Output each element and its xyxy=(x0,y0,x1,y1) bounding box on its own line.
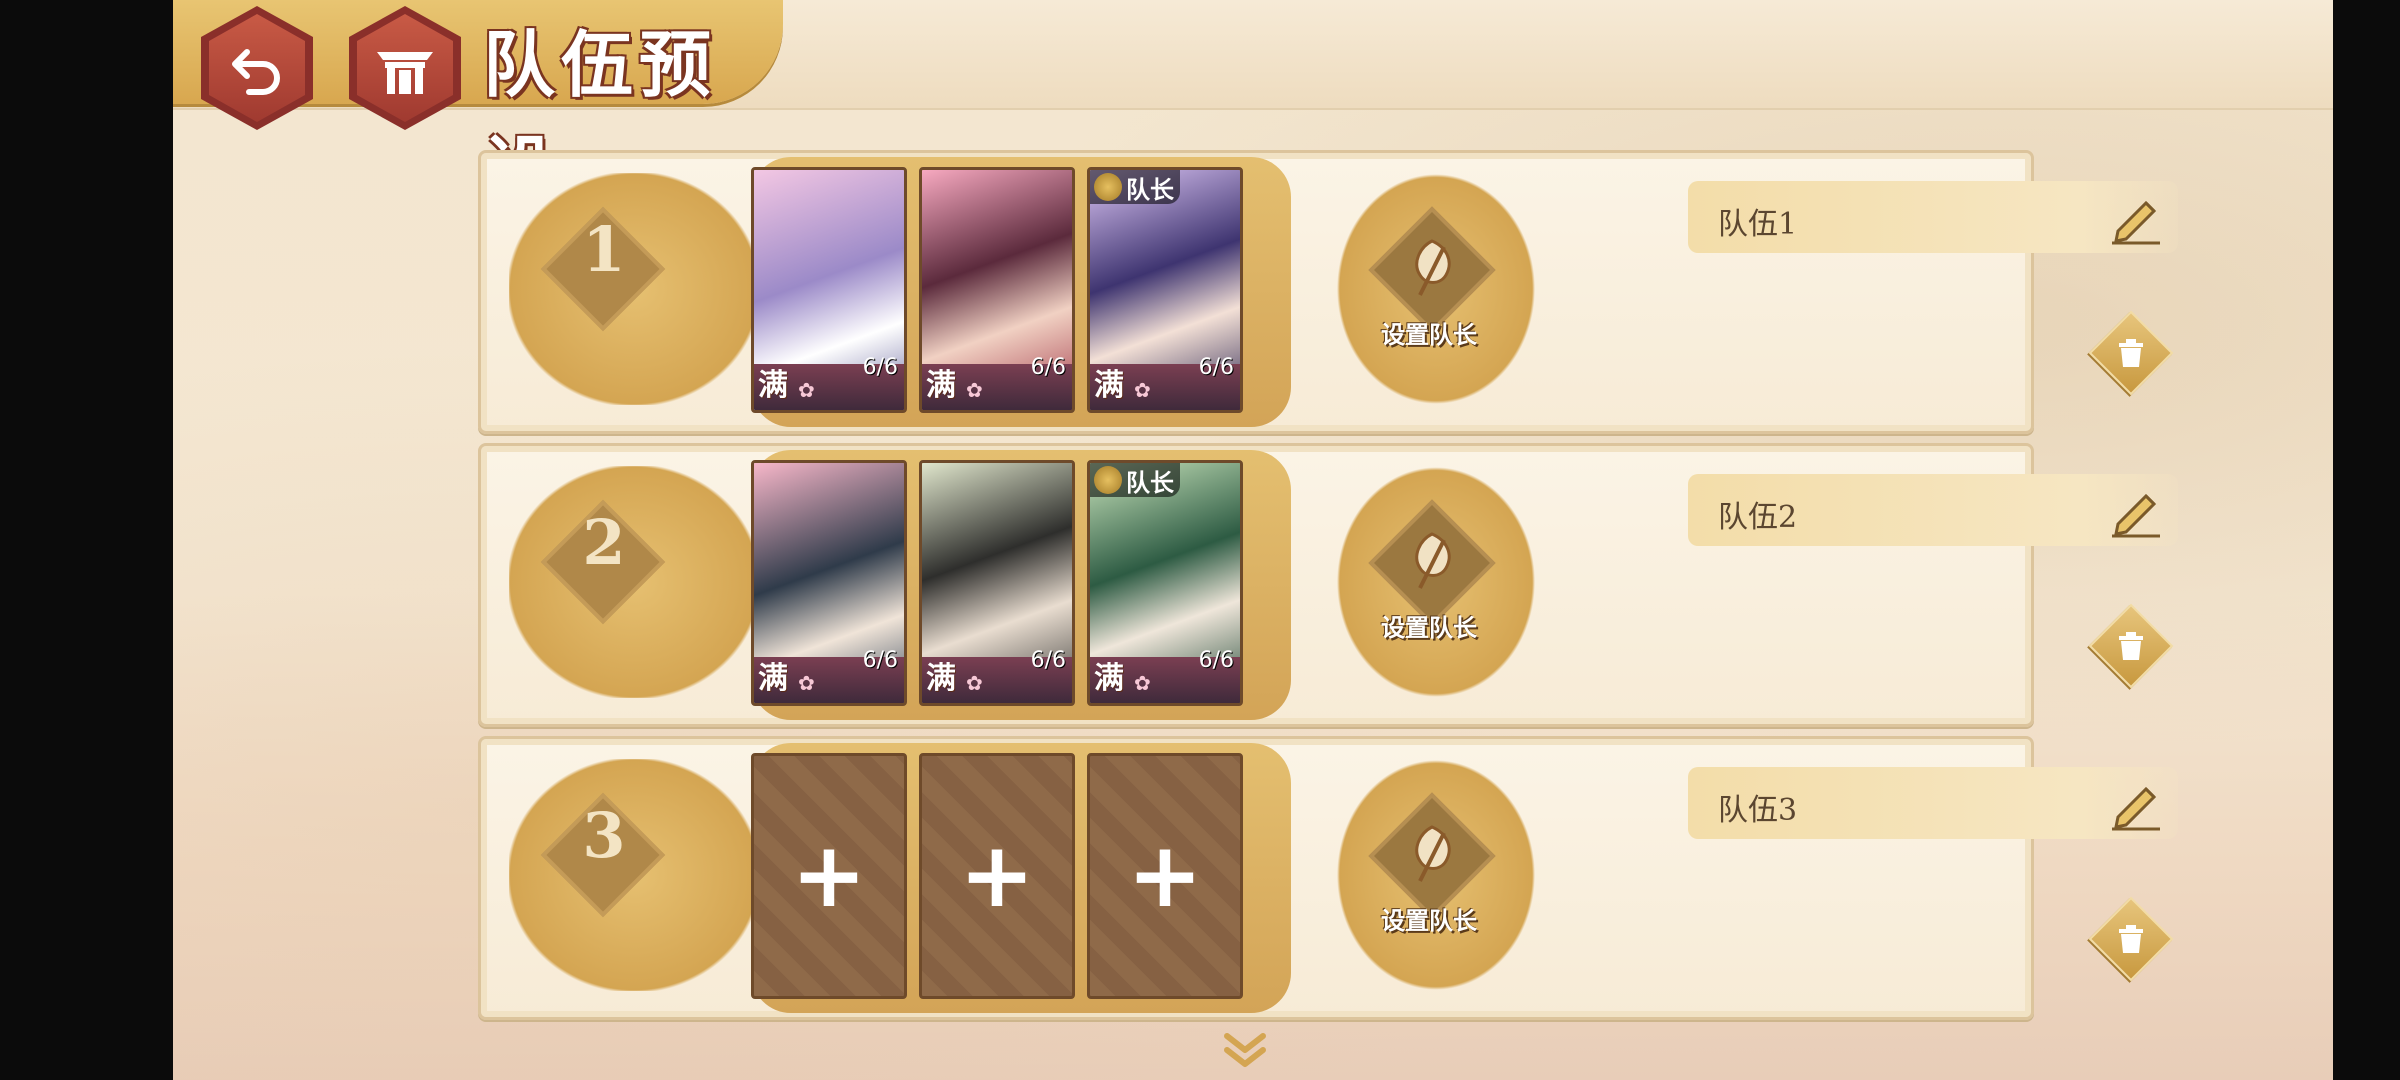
edit-name-button[interactable] xyxy=(2108,775,2164,835)
team-row-1: 1 6/6 满 ✿ 6/6 满 ✿ 队长 6/6 满 ✿ 设置队长 队伍1 xyxy=(478,150,2178,434)
add-member-icon: + xyxy=(791,823,867,928)
sakura-icon: ✿ xyxy=(1134,378,1151,402)
member-slots: + + + xyxy=(751,743,1291,1013)
add-member-icon: + xyxy=(959,823,1035,928)
set-leader-button[interactable]: 设置队长 xyxy=(1336,173,1536,405)
team-name-field[interactable]: 队伍2 xyxy=(1688,474,2178,546)
empty-member-slot[interactable]: + xyxy=(919,753,1075,999)
set-leader-button[interactable]: 设置队长 xyxy=(1336,759,1536,991)
level-text: 6/6 xyxy=(1198,648,1234,673)
level-text: 6/6 xyxy=(1198,355,1234,380)
set-leader-label: 设置队长 xyxy=(1381,321,1477,349)
scroll-down-icon[interactable] xyxy=(1221,1030,1269,1074)
leader-crest-icon xyxy=(1415,532,1451,589)
level-text: 6/6 xyxy=(1030,355,1066,380)
leader-label: 队长 xyxy=(1126,468,1174,497)
team-number-badge: 1 xyxy=(509,173,759,405)
set-leader-label: 设置队长 xyxy=(1381,614,1477,642)
team-number: 1 xyxy=(582,213,626,286)
team-name-field[interactable]: 队伍1 xyxy=(1688,181,2178,253)
set-leader-label: 设置队长 xyxy=(1381,907,1477,935)
leader-crest-icon xyxy=(1415,239,1451,296)
member-slot[interactable]: 队长 6/6 满 ✿ xyxy=(1087,460,1243,706)
sakura-icon: ✿ xyxy=(966,378,983,402)
max-tag: 满 xyxy=(926,368,956,403)
member-slot[interactable]: 6/6 满 ✿ xyxy=(919,167,1075,413)
game-screen: 队伍预设 1 6/6 满 ✿ 6/6 满 ✿ xyxy=(173,0,2333,1080)
max-tag: 满 xyxy=(1094,368,1124,403)
level-text: 6/6 xyxy=(1030,648,1066,673)
home-button[interactable] xyxy=(349,6,461,130)
edit-name-button[interactable] xyxy=(2108,482,2164,542)
trash-icon xyxy=(2119,339,2143,367)
leader-badge: 队长 xyxy=(1090,170,1180,204)
level-text: 6/6 xyxy=(862,355,898,380)
team-number-badge: 2 xyxy=(509,466,759,698)
back-button[interactable] xyxy=(201,6,313,130)
medal-icon xyxy=(1094,173,1122,201)
add-member-icon: + xyxy=(1127,823,1203,928)
trash-icon xyxy=(2119,632,2143,660)
delete-team-button[interactable] xyxy=(2088,310,2174,396)
team-row-3: 3 + + + 设置队长 队伍3 xyxy=(478,736,2178,1020)
sakura-icon: ✿ xyxy=(1134,671,1151,695)
leader-badge: 队长 xyxy=(1090,463,1180,497)
team-number-badge: 3 xyxy=(509,759,759,991)
team-number: 3 xyxy=(582,799,626,872)
empty-member-slot[interactable]: + xyxy=(751,753,907,999)
trash-icon xyxy=(2119,925,2143,953)
back-arrow-icon xyxy=(232,49,280,95)
delete-team-button[interactable] xyxy=(2088,603,2174,689)
edit-name-button[interactable] xyxy=(2108,189,2164,249)
team-name: 队伍2 xyxy=(1718,500,1798,535)
team-number: 2 xyxy=(582,506,626,579)
team-name: 队伍1 xyxy=(1718,207,1798,242)
team-name-field[interactable]: 队伍3 xyxy=(1688,767,2178,839)
member-slot[interactable]: 6/6 满 ✿ xyxy=(919,460,1075,706)
medal-icon xyxy=(1094,466,1122,494)
empty-member-slot[interactable]: + xyxy=(1087,753,1243,999)
home-shrine-icon xyxy=(377,52,433,94)
max-tag: 满 xyxy=(926,661,956,696)
sakura-icon: ✿ xyxy=(798,378,815,402)
team-name: 队伍3 xyxy=(1718,793,1798,828)
max-tag: 满 xyxy=(758,661,788,696)
team-row-2: 2 6/6 满 ✿ 6/6 满 ✿ 队长 6/6 满 ✿ 设置队长 队伍2 xyxy=(478,443,2178,727)
delete-team-button[interactable] xyxy=(2088,896,2174,982)
member-slots: 6/6 满 ✿ 6/6 满 ✿ 队长 6/6 满 ✿ xyxy=(751,450,1291,720)
member-slots: 6/6 满 ✿ 6/6 满 ✿ 队长 6/6 满 ✿ xyxy=(751,157,1291,427)
title-banner: 队伍预设 xyxy=(173,0,783,212)
set-leader-button[interactable]: 设置队长 xyxy=(1336,466,1536,698)
member-slot[interactable]: 6/6 满 ✿ xyxy=(751,460,907,706)
max-tag: 满 xyxy=(758,368,788,403)
level-text: 6/6 xyxy=(862,648,898,673)
pencil-icon xyxy=(2112,786,2160,831)
member-slot[interactable]: 队长 6/6 满 ✿ xyxy=(1087,167,1243,413)
leader-label: 队长 xyxy=(1126,175,1174,204)
pencil-icon xyxy=(2112,200,2160,245)
member-slot[interactable]: 6/6 满 ✿ xyxy=(751,167,907,413)
sakura-icon: ✿ xyxy=(966,671,983,695)
max-tag: 满 xyxy=(1094,661,1124,696)
sakura-icon: ✿ xyxy=(798,671,815,695)
leader-crest-icon xyxy=(1415,825,1451,882)
pencil-icon xyxy=(2112,493,2160,538)
